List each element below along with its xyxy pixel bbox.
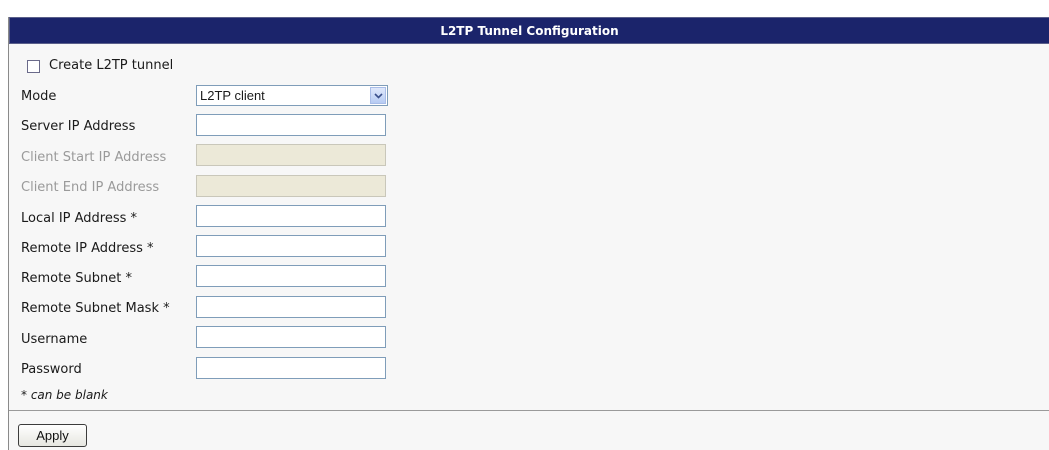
remote-subnet-input[interactable] bbox=[196, 265, 386, 287]
blank-note: * can be blank bbox=[21, 388, 108, 402]
apply-button[interactable]: Apply bbox=[18, 424, 87, 447]
client-start-ip-label: Client Start IP Address bbox=[21, 150, 167, 165]
l2tp-config-panel: L2TP Tunnel Configuration Create L2TP tu… bbox=[8, 17, 1049, 450]
remote-subnet-mask-label: Remote Subnet Mask * bbox=[21, 301, 170, 316]
chevron-down-icon[interactable] bbox=[370, 87, 386, 104]
remote-subnet-label: Remote Subnet * bbox=[21, 271, 133, 286]
page-title-text: L2TP Tunnel Configuration bbox=[440, 23, 619, 38]
mode-select-value: L2TP client bbox=[200, 88, 265, 103]
remote-ip-input[interactable] bbox=[196, 235, 386, 257]
remote-ip-label: Remote IP Address * bbox=[21, 241, 154, 256]
server-ip-label: Server IP Address bbox=[21, 119, 136, 134]
client-end-ip-label: Client End IP Address bbox=[21, 180, 160, 195]
create-tunnel-label: Create L2TP tunnel bbox=[49, 58, 174, 73]
username-label: Username bbox=[21, 332, 88, 347]
remote-subnet-mask-input[interactable] bbox=[196, 296, 386, 318]
username-input[interactable] bbox=[196, 326, 386, 348]
server-ip-input[interactable] bbox=[196, 114, 386, 136]
page-title: L2TP Tunnel Configuration bbox=[9, 17, 1049, 44]
password-input[interactable] bbox=[196, 357, 386, 379]
divider bbox=[9, 410, 1049, 411]
create-tunnel-checkbox[interactable] bbox=[27, 60, 40, 73]
client-end-ip-input bbox=[196, 175, 386, 197]
mode-label: Mode bbox=[21, 89, 57, 104]
mode-select[interactable]: L2TP client bbox=[196, 85, 388, 106]
local-ip-label: Local IP Address * bbox=[21, 211, 138, 226]
password-label: Password bbox=[21, 362, 82, 377]
local-ip-input[interactable] bbox=[196, 205, 386, 227]
client-start-ip-input bbox=[196, 144, 386, 166]
